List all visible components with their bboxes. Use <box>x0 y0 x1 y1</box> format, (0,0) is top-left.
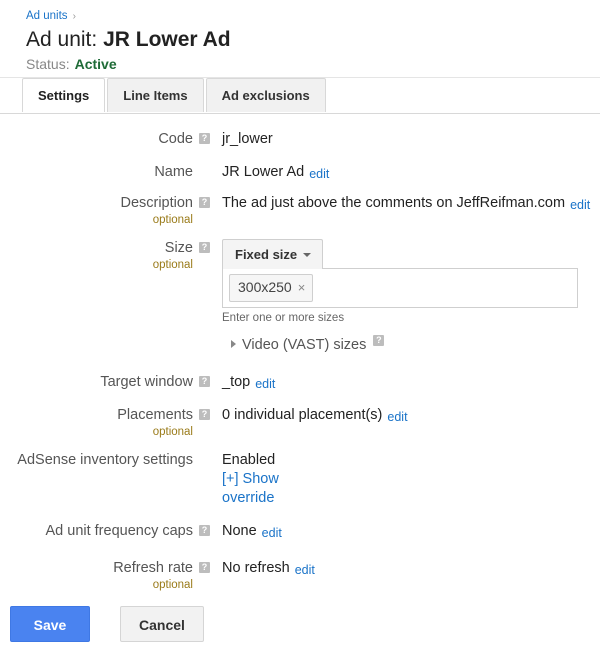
description-value: The ad just above the comments on JeffRe… <box>222 195 566 211</box>
tab-line-items[interactable]: Line Items <box>107 78 204 112</box>
value-placements: 0 individual placement(s) edit <box>203 406 600 425</box>
value-adsense: Enabled [+] Show override <box>203 451 600 508</box>
size-chip[interactable]: 300x250 × <box>229 274 314 302</box>
help-col-frequency-caps: ? <box>193 522 210 543</box>
form-row-name: Name JR Lower Ad edit <box>0 163 600 182</box>
tab-settings[interactable]: Settings <box>22 78 106 113</box>
edit-link-frequency-caps[interactable]: edit <box>262 526 282 540</box>
label-size: Size optional <box>0 239 193 272</box>
label-refresh-rate: Refresh rate optional <box>0 559 193 592</box>
button-bar: Save Cancel <box>0 606 600 642</box>
size-type-dropdown[interactable]: Fixed size <box>222 239 324 269</box>
chevron-down-icon <box>303 252 312 257</box>
breadcrumb: Ad units › <box>26 9 600 24</box>
target-window-value: _top <box>222 374 251 390</box>
help-col-size: ? <box>193 239 210 260</box>
tab-line-items-label: Line Items <box>123 88 188 103</box>
label-code-text: Code <box>158 131 193 147</box>
label-description-optional: optional <box>152 214 193 226</box>
tab-strip: Settings Line Items Ad exclusions <box>0 78 600 114</box>
page-title-prefix: Ad unit: <box>26 28 98 51</box>
help-col-target-window: ? <box>193 373 210 394</box>
tab-ad-exclusions-label: Ad exclusions <box>221 88 310 103</box>
form-row-refresh-rate: Refresh rate optional ? No refresh edit <box>0 559 600 592</box>
form-row-size: Size optional ? Fixed size 300x250 × Ente… <box>0 239 600 355</box>
label-code: Code <box>0 130 193 149</box>
label-frequency-caps-text: Ad unit frequency caps <box>45 523 193 539</box>
label-refresh-rate-text: Refresh rate <box>113 560 193 576</box>
refresh-rate-value: No refresh <box>222 560 290 576</box>
save-button[interactable]: Save <box>10 606 90 642</box>
label-name: Name <box>0 163 193 182</box>
label-placements-text: Placements <box>117 407 193 423</box>
adsense-value: Enabled <box>222 452 276 468</box>
placements-value: 0 individual placement(s) <box>222 407 383 423</box>
value-name: JR Lower Ad edit <box>203 163 600 182</box>
edit-link-target-window[interactable]: edit <box>255 377 275 391</box>
label-placements: Placements optional <box>0 406 193 439</box>
page-title-name: JR Lower Ad <box>103 28 231 51</box>
close-icon[interactable]: × <box>298 280 306 295</box>
value-frequency-caps: None edit <box>203 522 600 541</box>
form-row-placements: Placements optional ? 0 individual place… <box>0 406 600 439</box>
form-row-adsense: AdSense inventory settings Enabled [+] S… <box>0 451 600 508</box>
help-col-description: ? <box>193 194 210 215</box>
cancel-button[interactable]: Cancel <box>120 606 204 642</box>
label-adsense-text: AdSense inventory settings <box>17 452 193 468</box>
frequency-caps-value: None <box>222 523 257 539</box>
help-col-adsense <box>193 451 203 454</box>
value-size: Fixed size 300x250 × Enter one or more si… <box>203 239 600 355</box>
edit-link-description[interactable]: edit <box>570 198 590 212</box>
name-value: JR Lower Ad <box>222 164 305 180</box>
size-type-dropdown-value: Fixed size <box>235 247 298 262</box>
label-description-text: Description <box>120 195 193 211</box>
edit-link-refresh-rate[interactable]: edit <box>295 563 315 577</box>
form-row-frequency-caps: Ad unit frequency caps ? None edit <box>0 522 600 543</box>
label-description: Description optional <box>0 194 193 227</box>
edit-link-placements[interactable]: edit <box>387 410 407 424</box>
form-row-code: Code ? jr_lower <box>0 130 600 151</box>
value-code: jr_lower <box>203 130 600 149</box>
status-label: Status: <box>26 56 70 72</box>
value-target-window: _top edit <box>203 373 600 392</box>
vast-sizes-toggle[interactable]: Video (VAST) sizes? <box>231 335 600 355</box>
label-refresh-rate-optional: optional <box>152 579 193 591</box>
label-target-window-text: Target window <box>100 374 193 390</box>
label-placements-optional: optional <box>152 426 193 438</box>
label-size-optional: optional <box>152 259 193 271</box>
size-helper-text: Enter one or more sizes <box>222 312 345 324</box>
label-frequency-caps: Ad unit frequency caps <box>0 522 193 541</box>
tab-ad-exclusions[interactable]: Ad exclusions <box>205 78 326 112</box>
form-row-target-window: Target window ? _top edit <box>0 373 600 394</box>
help-col-name <box>193 163 203 166</box>
breadcrumb-separator-icon: › <box>72 11 76 22</box>
help-col-refresh-rate: ? <box>193 559 210 580</box>
status-row: Status: Active <box>26 55 600 73</box>
size-chip-label: 300x250 <box>238 279 292 295</box>
show-override-link[interactable]: [+] Show override <box>222 471 279 506</box>
settings-form: Code ? jr_lower Name JR Lower Ad edit Des… <box>0 114 600 642</box>
label-name-text: Name <box>154 164 193 180</box>
page-header: Ad units › Ad unit: JR Lower Ad Status: Ac… <box>0 0 600 78</box>
label-target-window: Target window <box>0 373 193 392</box>
help-icon[interactable]: ? <box>373 335 385 346</box>
label-adsense: AdSense inventory settings <box>0 451 193 470</box>
value-description: The ad just above the comments on JeffRe… <box>203 194 600 213</box>
triangle-right-icon <box>231 340 236 349</box>
code-value: jr_lower <box>222 131 273 147</box>
vast-sizes-label: Video (VAST) sizes <box>242 337 367 353</box>
help-col-code: ? <box>193 130 210 151</box>
page-title: Ad unit: JR Lower Ad <box>26 27 600 53</box>
form-row-description: Description optional ? The ad just above… <box>0 194 600 227</box>
value-refresh-rate: No refresh edit <box>203 559 600 578</box>
status-badge: Active <box>74 56 117 72</box>
help-col-placements: ? <box>193 406 210 427</box>
tab-settings-label: Settings <box>38 88 90 103</box>
label-size-text: Size <box>164 240 193 256</box>
edit-link-name[interactable]: edit <box>309 167 329 181</box>
breadcrumb-link-ad-units[interactable]: Ad units <box>26 10 68 22</box>
size-input[interactable]: 300x250 × <box>222 268 578 308</box>
adsense-override-wrap: [+] Show override <box>222 470 284 508</box>
